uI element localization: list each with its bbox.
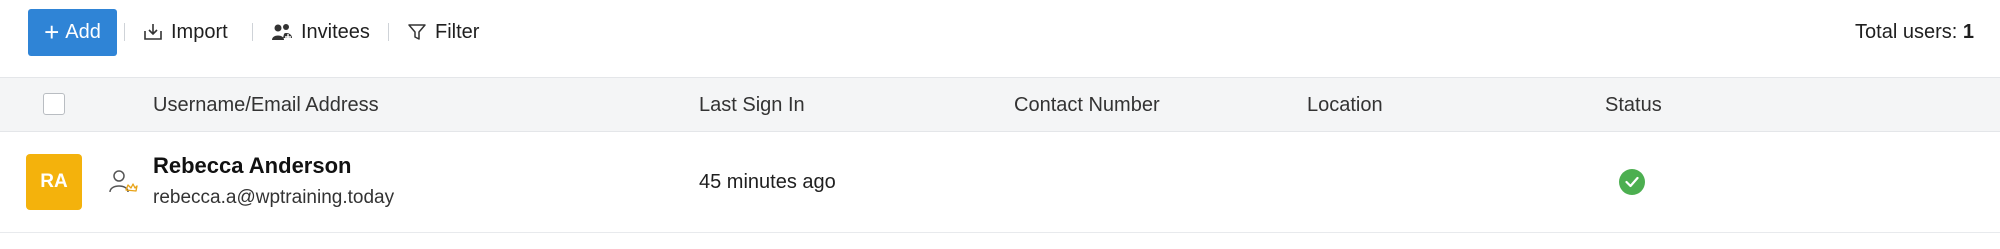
total-users-label: Total users: <box>1855 21 1963 43</box>
status-active-icon <box>1619 169 1645 195</box>
toolbar-divider <box>388 23 389 41</box>
import-label: Import <box>171 20 228 43</box>
add-button[interactable]: + Add <box>28 9 117 56</box>
column-header-status[interactable]: Status <box>1605 94 1662 117</box>
total-users-count: 1 <box>1962 21 1974 43</box>
column-header-last-sign-in[interactable]: Last Sign In <box>699 94 805 117</box>
import-button[interactable]: Import <box>143 18 228 46</box>
avatar-initials: RA <box>40 171 68 192</box>
toolbar-divider <box>124 23 125 41</box>
column-header-username[interactable]: Username/Email Address <box>153 94 379 117</box>
table-row[interactable]: RA Rebecca Anderson rebecca.a@wptraining… <box>0 132 2000 233</box>
invitees-button[interactable]: Invitees <box>271 18 370 46</box>
plus-icon: + <box>44 16 60 47</box>
admin-user-icon <box>108 168 138 201</box>
table-continuation <box>0 233 2000 249</box>
last-sign-in-value: 45 minutes ago <box>699 171 836 193</box>
filter-icon <box>408 24 426 40</box>
filter-label: Filter <box>435 20 480 43</box>
column-header-location[interactable]: Location <box>1307 94 1383 117</box>
import-icon <box>144 24 162 40</box>
toolbar-divider <box>252 23 253 41</box>
invitees-label: Invitees <box>301 20 370 43</box>
toolbar: + Add Import Invitees Filter Total users… <box>0 0 2000 76</box>
invitees-icon <box>272 24 292 40</box>
filter-button[interactable]: Filter <box>407 18 479 46</box>
column-header-contact-number[interactable]: Contact Number <box>1014 94 1160 117</box>
avatar: RA <box>26 154 82 210</box>
add-button-label: Add <box>65 21 101 43</box>
user-name[interactable]: Rebecca Anderson <box>153 153 351 179</box>
select-all-checkbox[interactable] <box>43 93 65 115</box>
table-header: Username/Email Address Last Sign In Cont… <box>0 77 2000 132</box>
user-email: rebecca.a@wptraining.today <box>153 187 395 208</box>
total-users: Total users: 1 <box>1855 21 1974 44</box>
